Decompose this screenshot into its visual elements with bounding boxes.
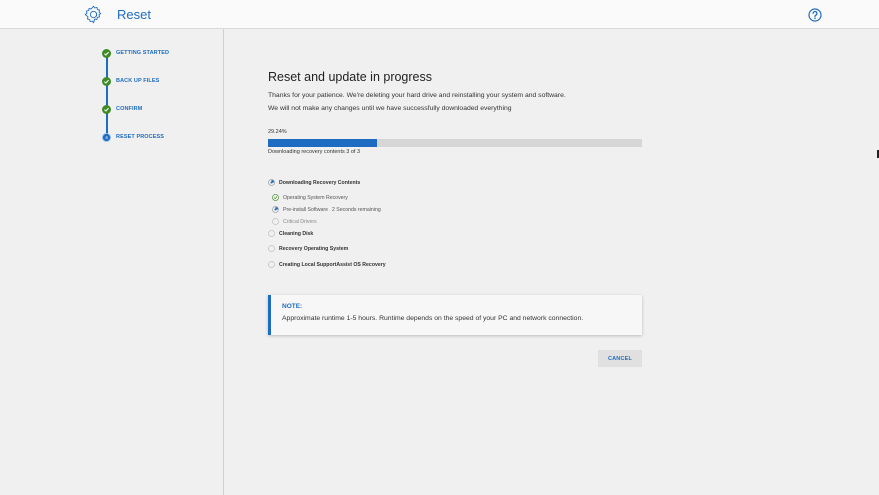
check-circle-outline-icon	[272, 194, 279, 201]
progress-status: Downloading recovery contents 3 of 3	[268, 149, 361, 155]
task-label: Cleaning Disk	[279, 230, 314, 237]
stepper-line	[106, 57, 108, 137]
check-circle-icon	[102, 48, 111, 58]
task-critical-drivers: Critical Drivers	[272, 218, 317, 225]
note-box: NOTE: Approximate runtime 1-5 hours. Run…	[268, 295, 642, 335]
task-creating-local-supportassist: Creating Local SupportAssist OS Recovery	[268, 261, 386, 268]
task-cleaning-disk: Cleaning Disk	[268, 230, 313, 237]
in-progress-icon	[272, 206, 279, 213]
progress-percent: 29.24%	[268, 129, 287, 135]
task-label: Critical Drivers	[283, 218, 317, 225]
step-back-up-files: BACK UP FILES	[102, 76, 159, 86]
pending-circle-icon	[268, 261, 275, 268]
time-remaining: 2 Seconds remaining	[331, 206, 381, 213]
check-circle-icon	[102, 104, 111, 114]
description-text: Thanks for your patience. We're deleting…	[268, 92, 566, 99]
step-label: RESET PROCESS	[116, 134, 165, 140]
pending-circle-icon	[268, 230, 275, 237]
cancel-button[interactable]: CANCEL	[598, 350, 642, 367]
step-getting-started: GETTING STARTED	[102, 48, 169, 58]
step-label: CONFIRM	[116, 106, 143, 112]
progress-fill	[268, 139, 378, 147]
note-title: NOTE:	[282, 303, 303, 310]
question-circle-icon[interactable]	[808, 8, 822, 22]
task-operating-system-recovery: Operating System Recovery	[272, 194, 348, 201]
task-downloading-recovery-contents: Downloading Recovery Contents	[268, 179, 360, 186]
sidebar	[0, 29, 224, 495]
gear-icon	[84, 5, 102, 24]
step-confirm: CONFIRM	[102, 104, 142, 114]
pending-circle-icon	[272, 218, 279, 225]
current-step-icon: 4	[102, 132, 111, 142]
pending-circle-icon	[268, 245, 275, 252]
task-label: Pre-install Software	[283, 206, 328, 213]
task-label: Operating System Recovery	[283, 194, 348, 201]
step-label: BACK UP FILES	[116, 78, 160, 84]
note-text: Approximate runtime 1-5 hours. Runtime d…	[282, 315, 584, 322]
task-recovery-operating-system: Recovery Operating System	[268, 245, 348, 252]
page-title: Reset and update in progress	[268, 70, 432, 84]
task-pre-install-software: Pre-install Software 2 Seconds remaining	[272, 206, 381, 213]
step-label: GETTING STARTED	[116, 50, 170, 56]
task-label: Downloading Recovery Contents	[279, 179, 361, 186]
step-number: 4	[105, 135, 108, 141]
description-text: We will not make any changes until we ha…	[268, 105, 512, 112]
task-label: Recovery Operating System	[279, 245, 349, 252]
progress-bar	[268, 139, 642, 147]
app-title: Reset	[117, 7, 151, 22]
in-progress-icon	[268, 179, 275, 186]
check-circle-icon	[102, 76, 111, 86]
app-header: Reset	[0, 0, 879, 29]
step-reset-process: 4 RESET PROCESS	[102, 132, 164, 142]
task-label: Creating Local SupportAssist OS Recovery	[279, 261, 386, 268]
